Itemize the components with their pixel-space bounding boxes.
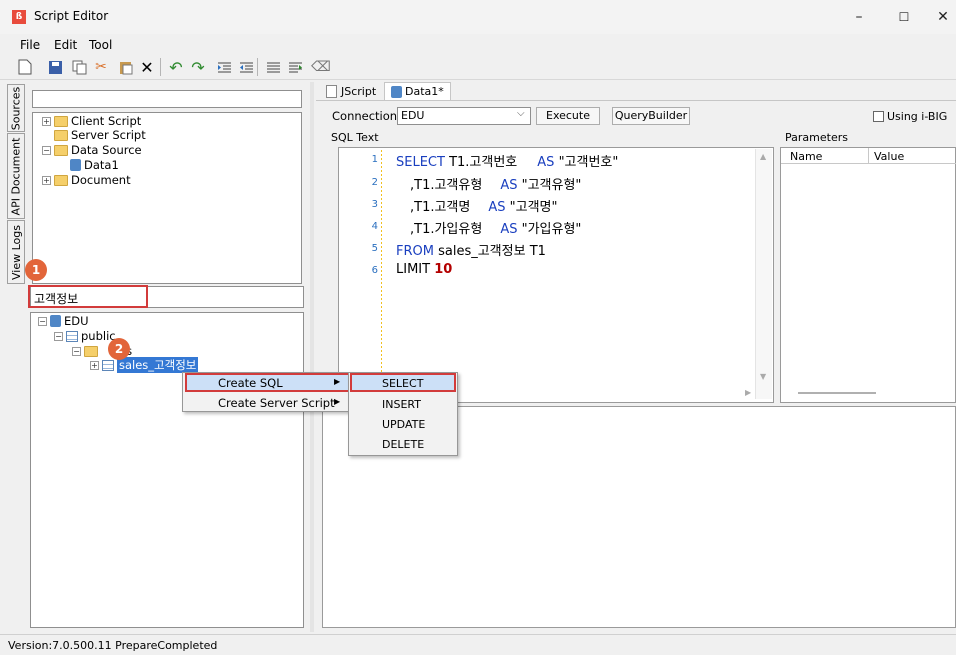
submenu-item-update[interactable]: UPDATE bbox=[382, 418, 425, 431]
db-tree-table[interactable]: + sales_고객정보 bbox=[90, 357, 199, 373]
sql-line-5: FROM sales_고객정보 T1 bbox=[396, 244, 546, 259]
submenu-item-insert[interactable]: INSERT bbox=[382, 398, 421, 411]
scroll-right-icon[interactable]: ▶ bbox=[745, 388, 751, 397]
copy-icon[interactable] bbox=[70, 58, 88, 76]
folder-icon bbox=[54, 129, 68, 141]
context-item-create-sql-label: Create SQL bbox=[218, 376, 283, 390]
uncomment-icon[interactable] bbox=[286, 58, 304, 76]
db-tree-schema[interactable]: − public bbox=[54, 329, 116, 343]
delete-icon[interactable]: ✕ bbox=[138, 58, 156, 77]
outdent-icon[interactable] bbox=[237, 58, 255, 76]
parameters-grid bbox=[780, 147, 956, 403]
script-search-input[interactable] bbox=[32, 90, 302, 108]
execute-button[interactable]: Execute bbox=[536, 107, 600, 125]
sql-text-label: SQL Text bbox=[331, 131, 379, 144]
line-number: 1 bbox=[371, 154, 378, 165]
toolbar-separator bbox=[160, 58, 161, 76]
editor-scrollbar[interactable] bbox=[755, 149, 772, 399]
minimize-button[interactable]: – bbox=[846, 6, 872, 28]
tab-underline bbox=[316, 100, 956, 101]
tree-item-document[interactable]: + Document bbox=[42, 173, 131, 187]
table-icon bbox=[102, 359, 114, 371]
schema-icon bbox=[66, 330, 78, 342]
save-icon[interactable] bbox=[46, 58, 64, 76]
menu-tool[interactable]: Tool bbox=[89, 38, 112, 52]
app-icon: ß bbox=[12, 10, 26, 24]
submenu-item-select[interactable]: SELECT bbox=[382, 377, 423, 390]
database-icon bbox=[50, 315, 61, 327]
indent-icon[interactable] bbox=[215, 58, 233, 76]
menu-file[interactable]: File bbox=[20, 38, 40, 52]
col-name[interactable]: Name bbox=[790, 150, 822, 163]
chevron-right-icon: ▶ bbox=[334, 397, 341, 406]
tab-data1[interactable]: Data1* bbox=[384, 82, 451, 100]
sql-line-1: SELECT T1.고객번호 AS "고객번호" bbox=[396, 155, 619, 170]
line-number: 5 bbox=[371, 243, 378, 254]
tab-sources[interactable]: Sources bbox=[7, 84, 25, 132]
splitter[interactable] bbox=[310, 82, 314, 632]
folder-icon bbox=[54, 144, 68, 156]
sql-line-3: ,T1.고객명 AS "고객명" bbox=[410, 200, 558, 215]
context-item-create-server-script[interactable]: Create Server Script bbox=[218, 396, 335, 410]
sql-line-4: ,T1.가입유형 AS "가입유형" bbox=[410, 222, 582, 237]
eraser-icon[interactable]: ⌫ bbox=[311, 58, 331, 76]
folder-icon bbox=[54, 115, 68, 127]
cut-icon[interactable]: ✂ bbox=[92, 58, 110, 76]
col-value[interactable]: Value bbox=[874, 150, 904, 163]
tree-item-data-source[interactable]: − Data Source bbox=[42, 143, 142, 157]
tab-jscript[interactable]: JScript bbox=[320, 82, 382, 100]
folder-icon bbox=[54, 174, 68, 186]
scroll-up-icon[interactable]: ▲ bbox=[760, 152, 766, 161]
toolbar-separator bbox=[257, 58, 258, 76]
folder-icon bbox=[84, 345, 98, 357]
chevron-right-icon: ▶ bbox=[334, 377, 341, 386]
sql-line-2: ,T1.고객유형 AS "고객유형" bbox=[410, 178, 582, 193]
tab-view-logs[interactable]: View Logs bbox=[7, 220, 25, 284]
title-bar bbox=[0, 0, 956, 34]
connection-value: EDU bbox=[401, 109, 425, 122]
gutter-line bbox=[381, 150, 382, 386]
menu-bar bbox=[0, 34, 956, 54]
using-ibig-label: Using i-BIG bbox=[887, 110, 948, 123]
line-number: 3 bbox=[371, 199, 378, 210]
datasource-icon bbox=[70, 159, 81, 171]
window-title: Script Editor bbox=[34, 9, 109, 23]
querybuilder-button[interactable]: QueryBuilder bbox=[612, 107, 690, 125]
tree-item-server-script[interactable]: Server Script bbox=[54, 128, 146, 142]
connection-label: Connection bbox=[332, 109, 398, 123]
paste-icon[interactable] bbox=[116, 58, 134, 76]
submenu-item-delete[interactable]: DELETE bbox=[382, 438, 424, 451]
tree-item-client-script[interactable]: + Client Script bbox=[42, 114, 141, 128]
maximize-button[interactable]: ☐ bbox=[891, 6, 917, 28]
parameters-scrollbar[interactable] bbox=[798, 392, 876, 394]
col-divider bbox=[868, 148, 869, 164]
comment-icon[interactable] bbox=[264, 58, 282, 76]
db-tree-root[interactable]: − EDU bbox=[38, 314, 89, 328]
chevron-down-icon: ⌵ bbox=[517, 108, 525, 119]
tree-item-data1[interactable]: Data1 bbox=[70, 158, 119, 172]
scroll-down-icon[interactable]: ▼ bbox=[760, 372, 766, 381]
datasource-icon bbox=[391, 85, 402, 98]
parameters-label: Parameters bbox=[785, 131, 848, 144]
status-text: Version:7.0.500.11 PrepareCompleted bbox=[8, 639, 218, 652]
close-button[interactable]: ✕ bbox=[930, 6, 956, 28]
db-search-value: 고객정보 bbox=[34, 292, 79, 306]
step-badge-1: 1 bbox=[25, 259, 47, 281]
step-badge-2: 2 bbox=[108, 338, 130, 360]
redo-icon[interactable]: ↷ bbox=[189, 58, 207, 77]
line-number: 6 bbox=[371, 265, 378, 276]
menu-edit[interactable]: Edit bbox=[54, 38, 77, 52]
new-file-icon[interactable] bbox=[16, 58, 34, 76]
line-number: 2 bbox=[371, 177, 378, 188]
line-number: 4 bbox=[371, 221, 378, 232]
sql-line-6: LIMIT 10 bbox=[396, 262, 453, 277]
tab-api-document[interactable]: API Document bbox=[7, 133, 25, 219]
using-ibig-checkbox[interactable] bbox=[873, 111, 884, 122]
undo-icon[interactable]: ↶ bbox=[167, 58, 185, 77]
